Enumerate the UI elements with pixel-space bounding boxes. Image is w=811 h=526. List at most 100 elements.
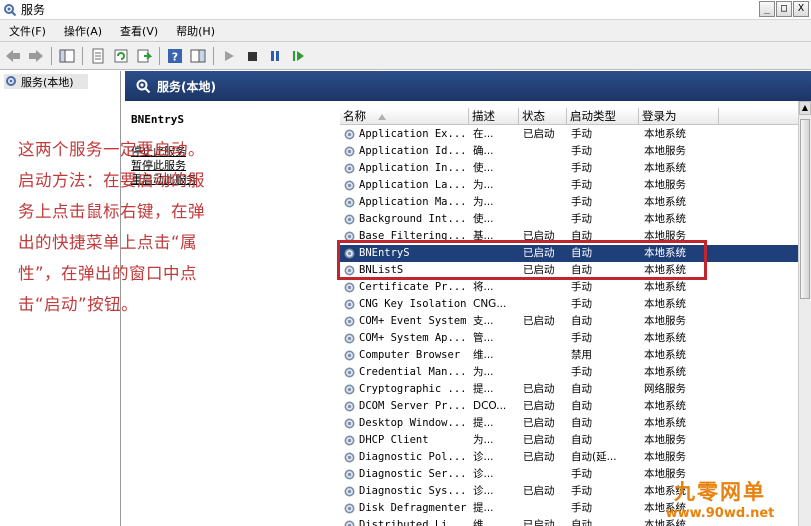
service-row[interactable]: Computer Browser 维... 禁用 本地系统	[340, 347, 798, 364]
service-row[interactable]: Application Id... 确... 手动 本地服务	[340, 143, 798, 160]
service-name-cell: Application Id...	[359, 145, 467, 157]
back-arrow-icon	[6, 49, 20, 62]
refresh-button[interactable]	[111, 46, 131, 66]
service-row[interactable]: Background Int... 使... 手动 本地系统	[340, 211, 798, 228]
menu-file[interactable]: 文件(F)	[0, 23, 55, 39]
toolbar-separator	[159, 46, 160, 65]
toolbar: ?	[0, 42, 811, 70]
service-startup-type-cell: 自动	[571, 434, 592, 446]
service-name-cell: Diagnostic Sys...	[359, 485, 467, 497]
menu-help[interactable]: 帮助(H)	[167, 23, 224, 39]
service-description-cell: 维...	[473, 519, 494, 526]
play-icon	[225, 50, 234, 61]
service-description-cell: 诊...	[473, 485, 494, 497]
service-row[interactable]: Desktop Window... 提... 已启动 自动 本地系统	[340, 415, 798, 432]
menu-bar: 文件(F) 操作(A) 查看(V) 帮助(H)	[0, 20, 811, 42]
service-gear-icon	[344, 197, 355, 208]
service-description-cell: 管...	[473, 332, 494, 344]
service-name-cell: Background Int...	[359, 213, 467, 225]
service-row[interactable]: Cryptographic ... 提... 已启动 自动 网络服务	[340, 381, 798, 398]
stop-service-button[interactable]	[242, 46, 262, 66]
refresh-icon	[114, 49, 128, 62]
service-row[interactable]: CNG Key Isolation CNG... 手动 本地系统	[340, 296, 798, 313]
services-list: 名称 描述 状态 启动类型 登录为 Application Ex... 在... 已…	[340, 108, 798, 526]
forward-arrow-icon	[29, 49, 43, 62]
service-description-cell: 提...	[473, 383, 494, 395]
service-startup-type-cell: 手动	[571, 128, 592, 140]
service-name-cell: Computer Browser	[359, 349, 461, 361]
column-header-log-on-as[interactable]: 登录为	[639, 108, 719, 125]
service-gear-icon	[344, 350, 355, 361]
service-status-cell: 已启动	[523, 417, 555, 429]
properties-icon	[92, 48, 104, 63]
service-description-cell: 在...	[473, 128, 494, 140]
service-name-cell: Distributed Li...	[359, 519, 467, 526]
service-name-cell: Cryptographic ...	[359, 383, 467, 395]
minimize-button[interactable]: _	[759, 1, 775, 17]
menu-action[interactable]: 操作(A)	[55, 23, 111, 39]
service-gear-icon	[344, 129, 355, 140]
show-hide-tree-button[interactable]	[57, 46, 77, 66]
service-description-cell: 为...	[473, 179, 494, 191]
service-startup-type-cell: 自动	[571, 400, 592, 412]
restart-service-button[interactable]	[288, 46, 308, 66]
column-header-status[interactable]: 状态	[519, 108, 567, 125]
back-button[interactable]	[3, 46, 23, 66]
start-service-button[interactable]	[219, 46, 239, 66]
service-row[interactable]: Certificate Pr... 将... 手动 本地系统	[340, 279, 798, 296]
service-row[interactable]: Application In... 使... 手动 本地系统	[340, 160, 798, 177]
column-header-startup-type[interactable]: 启动类型	[567, 108, 639, 125]
service-gear-icon	[344, 316, 355, 327]
help-button[interactable]: ?	[165, 46, 185, 66]
sort-ascending-icon	[377, 113, 386, 120]
toolbar-separator	[51, 46, 52, 65]
selected-service-name: BNEntryS	[131, 113, 184, 126]
service-startup-type-cell: 禁用	[571, 349, 592, 361]
service-name-cell: Application In...	[359, 162, 467, 174]
service-gear-icon	[344, 503, 355, 514]
service-row[interactable]: COM+ System Ap... 管... 手动 本地系统	[340, 330, 798, 347]
properties-button[interactable]	[88, 46, 108, 66]
service-row[interactable]: Application La... 为... 手动 本地服务	[340, 177, 798, 194]
service-description-cell: 提...	[473, 502, 494, 514]
service-description-cell: 使...	[473, 213, 494, 225]
service-gear-icon	[344, 367, 355, 378]
service-log-on-as-cell: 本地系统	[644, 213, 686, 225]
service-row[interactable]: Credential Man... 为... 手动 本地系统	[340, 364, 798, 381]
maximize-button[interactable]: □	[776, 1, 792, 17]
service-row[interactable]: COM+ Event System 支... 已启动 自动 本地服务	[340, 313, 798, 330]
tree-item-services-local[interactable]: 服务(本地)	[4, 74, 88, 89]
service-description-cell: DCO...	[473, 400, 507, 412]
service-status-cell: 已启动	[523, 383, 555, 395]
vertical-scrollbar[interactable]: ▲	[798, 101, 811, 526]
service-description-cell: 为...	[473, 196, 494, 208]
service-description-cell: 将...	[473, 281, 494, 293]
service-gear-icon	[344, 486, 355, 497]
pause-service-button[interactable]	[265, 46, 285, 66]
view-button[interactable]	[188, 46, 208, 66]
service-startup-type-cell: 自动(延...	[571, 451, 617, 463]
service-log-on-as-cell: 本地系统	[644, 366, 686, 378]
service-row[interactable]: DHCP Client 为... 已启动 自动 本地服务	[340, 432, 798, 449]
service-row[interactable]: Diagnostic Pol... 诊... 已启动 自动(延... 本地服务	[340, 449, 798, 466]
column-header-description[interactable]: 描述	[469, 108, 519, 125]
forward-button[interactable]	[26, 46, 46, 66]
service-row[interactable]: Application Ex... 在... 已启动 手动 本地系统	[340, 126, 798, 143]
watermark-url: www.90wd.net	[665, 506, 775, 521]
service-status-cell: 已启动	[523, 434, 555, 446]
scrollbar-thumb[interactable]	[800, 119, 810, 299]
column-header-name[interactable]: 名称	[340, 108, 469, 125]
window-title: 服务	[21, 3, 46, 17]
highlight-box	[337, 240, 707, 280]
service-log-on-as-cell: 本地系统	[644, 332, 686, 344]
service-startup-type-cell: 手动	[571, 332, 592, 344]
service-row[interactable]: DCOM Server Pr... DCO... 已启动 自动 本地系统	[340, 398, 798, 415]
service-gear-icon	[344, 163, 355, 174]
scroll-up-arrow-icon[interactable]: ▲	[799, 101, 811, 115]
export-list-button[interactable]	[134, 46, 154, 66]
close-button[interactable]: X	[793, 1, 809, 17]
toolbar-separator	[82, 46, 83, 65]
service-row[interactable]: Application Ma... 为... 手动 本地系统	[340, 194, 798, 211]
menu-view[interactable]: 查看(V)	[111, 23, 167, 39]
services-gear-icon	[136, 79, 151, 94]
